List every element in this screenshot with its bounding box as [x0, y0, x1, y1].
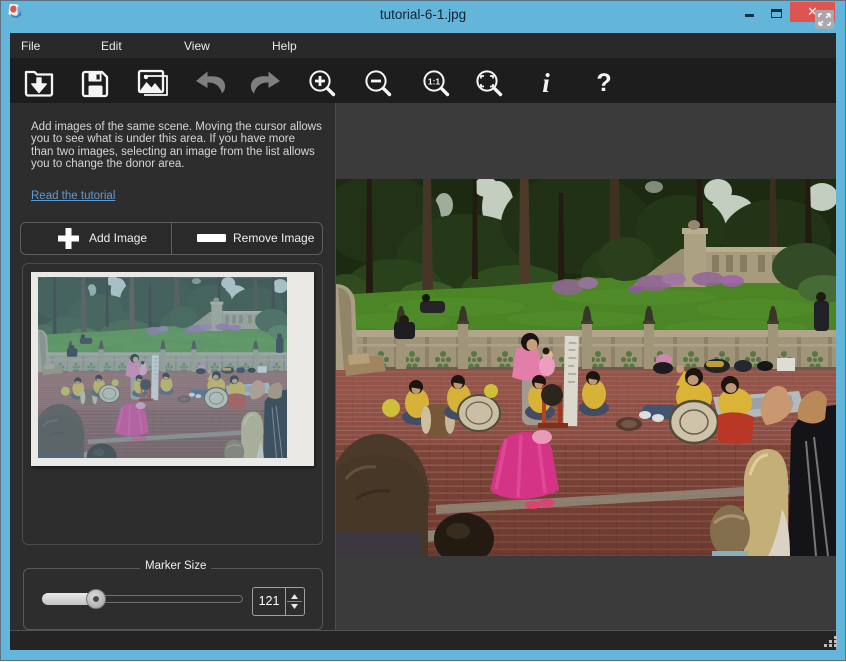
svg-text:i: i	[542, 68, 550, 98]
svg-text:?: ?	[596, 69, 611, 97]
svg-text:1:1: 1:1	[428, 77, 441, 87]
